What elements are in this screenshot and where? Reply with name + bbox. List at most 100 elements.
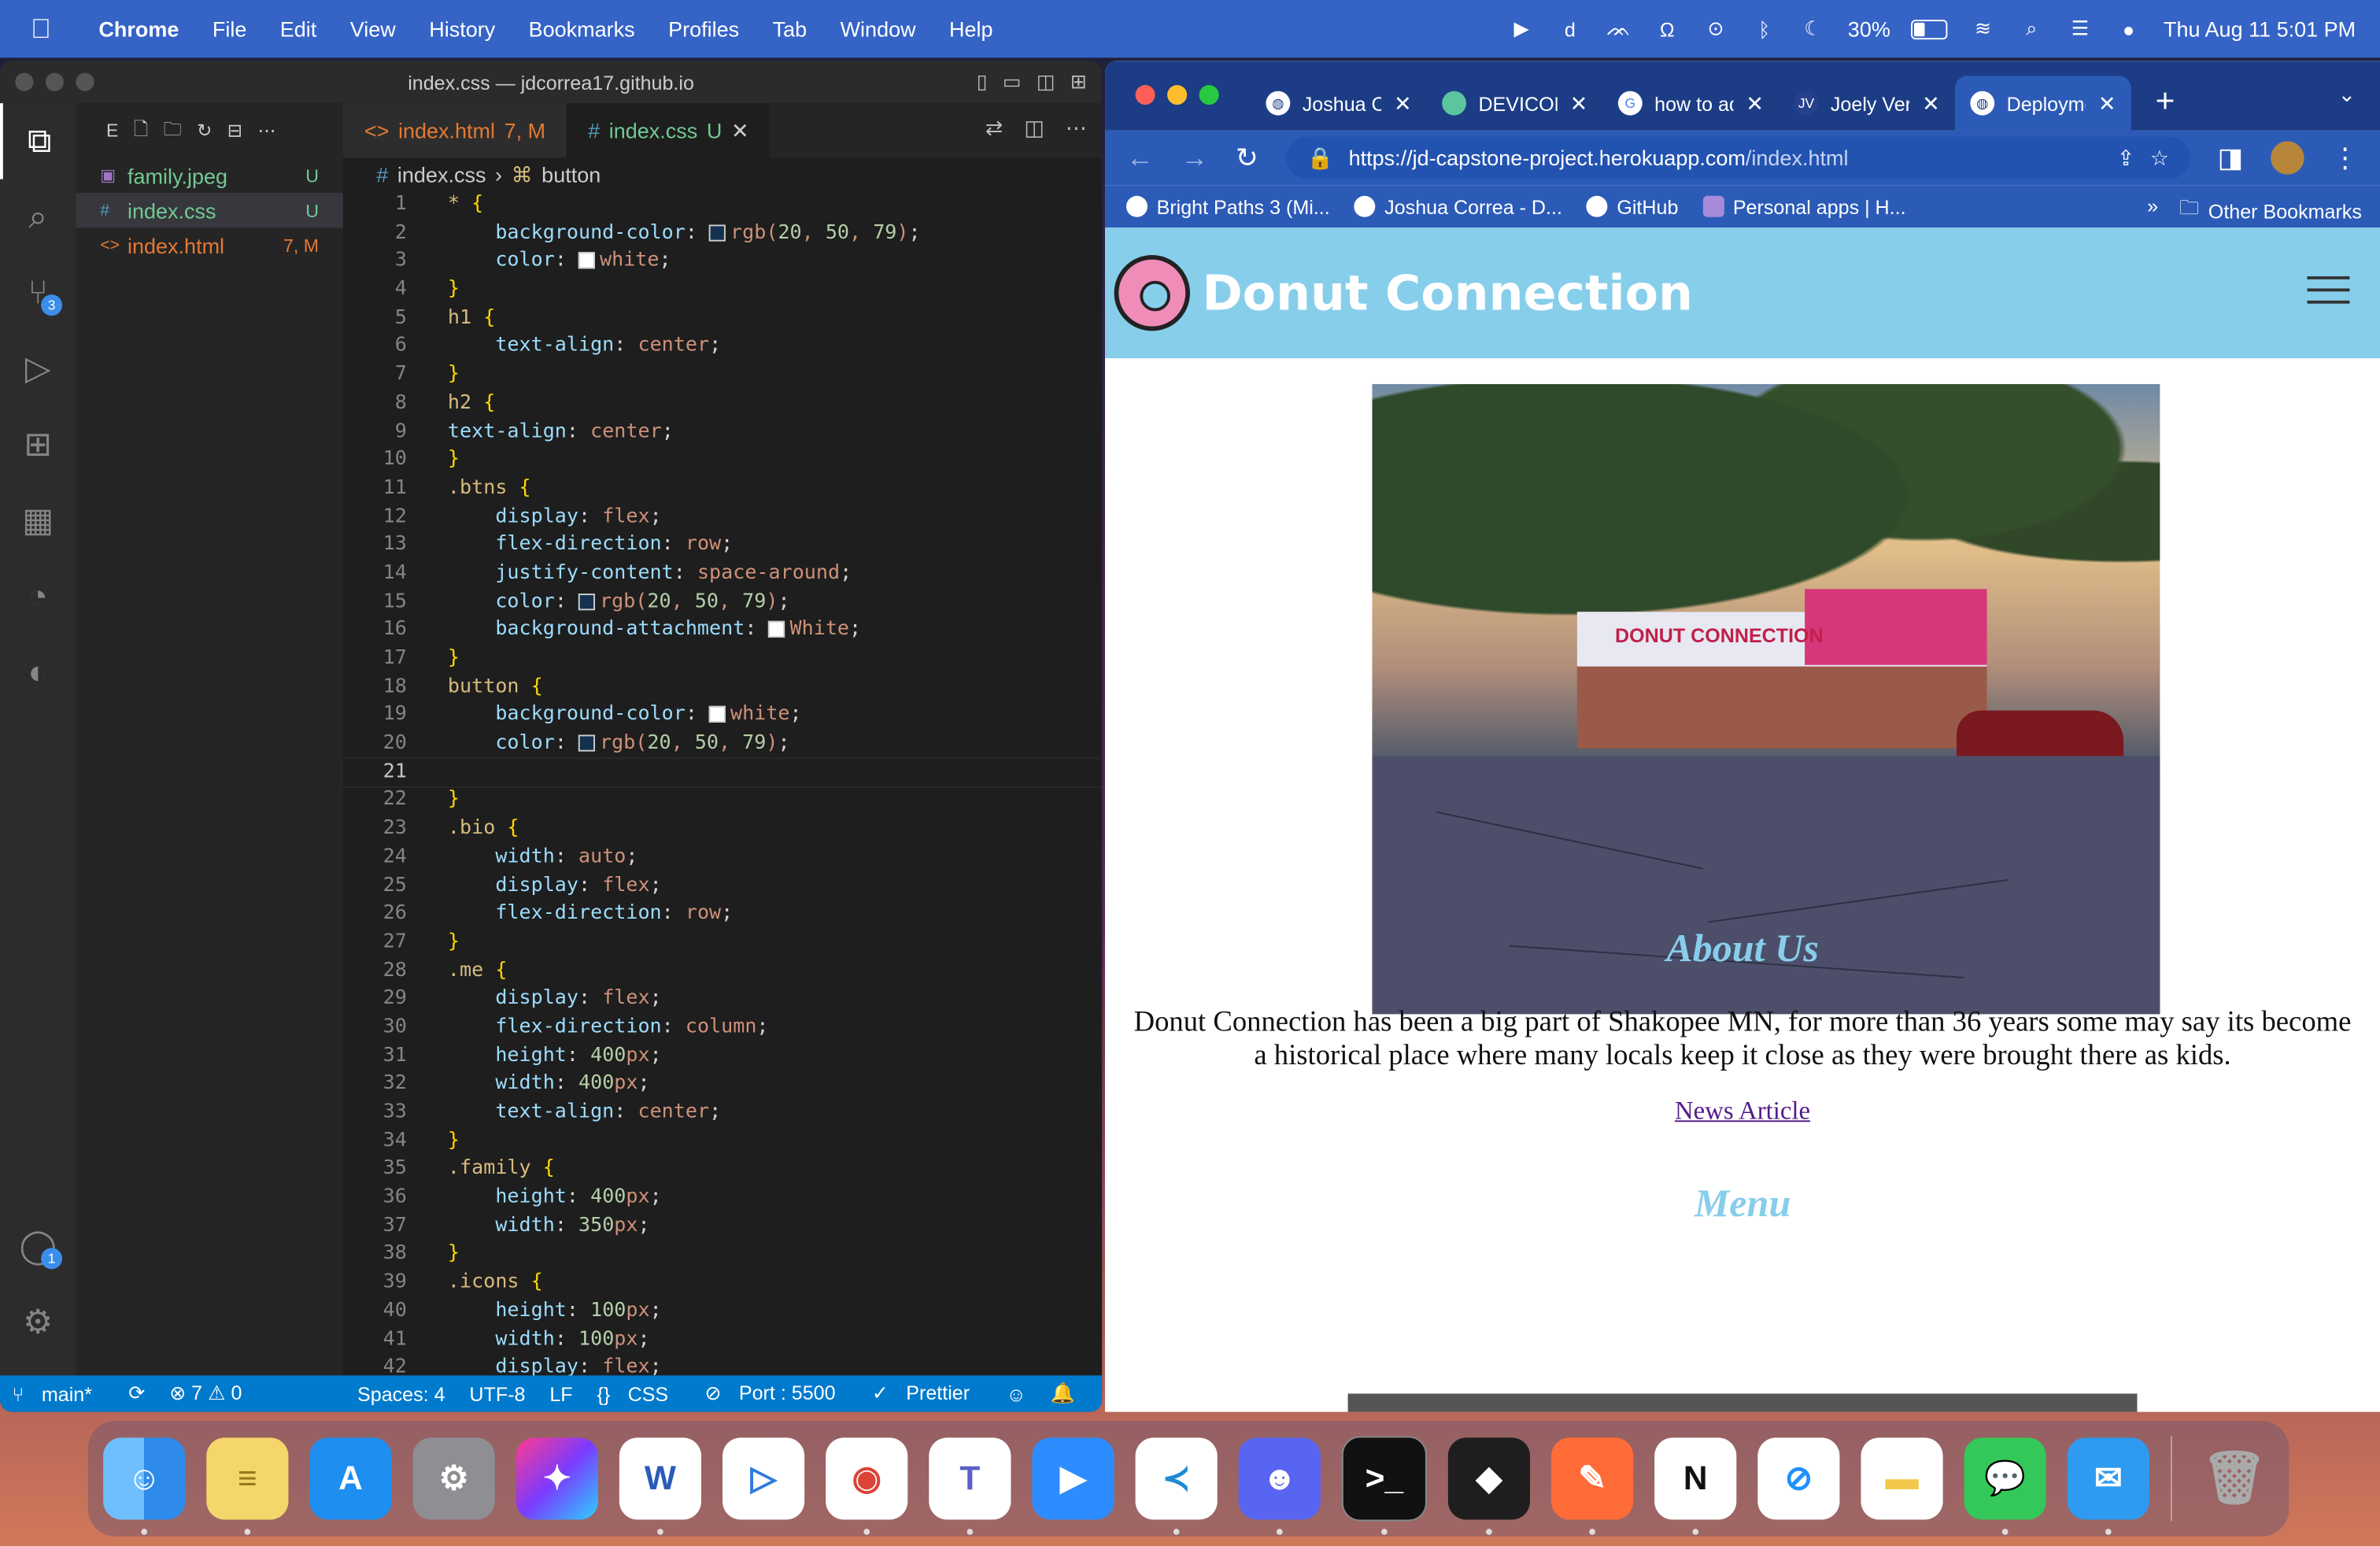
file-index-html[interactable]: <> index.html 7, M <box>76 227 342 262</box>
code-line[interactable]: 22} <box>343 787 1102 816</box>
indentation-status[interactable]: Spaces: 4 <box>346 1382 457 1405</box>
code-line[interactable]: 34} <box>343 1127 1102 1156</box>
code-line[interactable]: 6 text-align: center; <box>343 333 1102 361</box>
settings-gear-icon[interactable]: ⚙ <box>0 1285 76 1360</box>
pixelmator-icon[interactable]: ✦ <box>516 1437 598 1520</box>
bluetooth-icon[interactable]: ᛒ <box>1750 15 1778 43</box>
open-changes-icon[interactable]: ⇄ <box>985 116 1003 142</box>
discord-icon[interactable]: ☻ <box>1238 1437 1321 1535</box>
source-control-icon[interactable]: ⑂ 3 <box>0 255 76 331</box>
toggle-secondary-sidebar-icon[interactable]: ◫ <box>1037 70 1055 94</box>
code-line[interactable]: 32 width: 400px; <box>343 1071 1102 1099</box>
menu-bookmarks[interactable]: Bookmarks <box>512 17 651 41</box>
code-line[interactable]: 21 <box>341 756 1103 789</box>
wifi-icon[interactable]: ≋ <box>1969 15 1997 43</box>
lock-icon[interactable]: 🔒 <box>1307 145 1334 171</box>
zoom-window-button[interactable] <box>1199 85 1219 105</box>
code-line[interactable]: 40 height: 100px; <box>343 1298 1102 1326</box>
language-status[interactable]: {} CSS <box>585 1382 693 1405</box>
tab-index-css[interactable]: # index.css U ✕ <box>567 103 771 158</box>
code-line[interactable]: 33 text-align: center; <box>343 1099 1102 1127</box>
messages-icon[interactable]: 💬 <box>1964 1437 2046 1535</box>
search-icon[interactable]: ⌕ <box>0 179 76 255</box>
more-bookmarks-button[interactable]: » <box>2147 194 2158 227</box>
collapse-all-icon[interactable]: ⊟ <box>227 120 242 141</box>
donut-logo-icon[interactable] <box>1114 255 1191 331</box>
encoding-status[interactable]: UTF-8 <box>457 1382 538 1405</box>
code-line[interactable]: 31 height: 400px; <box>343 1042 1102 1071</box>
toggle-sidebar-icon[interactable]: ▯ <box>977 70 988 94</box>
code-line[interactable]: 12 display: flex; <box>343 503 1102 531</box>
breadcrumb-file[interactable]: index.css <box>397 162 486 187</box>
code-line[interactable]: 38} <box>343 1241 1102 1270</box>
vscode-icon[interactable]: ≺ <box>1135 1437 1218 1535</box>
menu-file[interactable]: File <box>196 17 264 41</box>
code-line[interactable]: 23 .bio { <box>343 816 1102 844</box>
activity-icon[interactable]: ᨏ <box>1605 15 1632 43</box>
siri-icon[interactable]: ● <box>2115 15 2142 43</box>
code-line[interactable]: 19 background-color: white; <box>343 702 1102 730</box>
zoom-window-button[interactable] <box>76 72 94 91</box>
code-line[interactable]: 3 color: white; <box>343 248 1102 276</box>
bookmark-item[interactable]: Joshua Correa - D... <box>1354 195 1562 218</box>
branch-status[interactable]: ⑂ main* <box>0 1382 116 1405</box>
code-line[interactable]: 29 display: flex; <box>343 986 1102 1014</box>
bookmark-star-icon[interactable]: ☆ <box>2150 145 2169 171</box>
more-actions-icon[interactable]: ⋯ <box>258 120 276 141</box>
browser-tab[interactable]: JV Joely Ver ✕ <box>1779 76 1955 130</box>
code-line[interactable]: 17} <box>343 645 1102 674</box>
code-line[interactable]: 14 justify-content: space-around; <box>343 560 1102 589</box>
menu-edit[interactable]: Edit <box>264 17 334 41</box>
file-index-css[interactable]: # index.css U <box>76 192 343 228</box>
app-store-icon[interactable]: A <box>309 1437 392 1520</box>
browser-tab-active[interactable]: ◍ Deployme ✕ <box>1955 76 2131 131</box>
clock[interactable]: Thu Aug 11 5:01 PM <box>2164 17 2356 41</box>
new-file-icon[interactable]: 🗋 <box>134 115 149 147</box>
side-panel-icon[interactable]: ◨ <box>2218 142 2244 174</box>
menu-tab[interactable]: Tab <box>756 17 823 41</box>
code-line[interactable]: 18 button { <box>343 674 1102 702</box>
teams-icon[interactable]: T <box>929 1437 1011 1535</box>
zoom-icon[interactable]: ▶ <box>1032 1437 1114 1520</box>
apple-menu-icon[interactable]:  <box>0 13 82 45</box>
battery-icon[interactable] <box>1911 19 1949 39</box>
other-bookmarks-folder[interactable]: 🗀 Other Bookmarks <box>2179 194 2362 227</box>
minimize-window-button[interactable] <box>1167 85 1188 105</box>
code-line[interactable]: 9 text-align: center; <box>343 418 1102 446</box>
reload-icon[interactable]: ↻ <box>1236 142 1258 174</box>
close-tab-icon[interactable]: ✕ <box>731 117 749 143</box>
figma-icon[interactable]: ◆ <box>1447 1437 1531 1535</box>
close-window-button[interactable] <box>1135 85 1155 105</box>
tab-index-html[interactable]: <> index.html 7, M <box>342 103 567 158</box>
news-article-link[interactable]: News Article <box>1105 1096 2380 1126</box>
split-editor-icon[interactable]: ◫ <box>1024 116 1044 142</box>
docker-icon[interactable]: ▦ <box>0 483 76 558</box>
close-tab-icon[interactable]: ✕ <box>1922 91 1940 117</box>
code-line[interactable]: 13 flex-direction: row; <box>343 531 1102 560</box>
moon-icon[interactable]: ☾ <box>1799 15 1827 43</box>
browser-tab[interactable]: ◍ Joshua C ✕ <box>1251 76 1427 130</box>
headphones-icon[interactable]: Ω <box>1654 15 1681 43</box>
browser-tab[interactable]: DEVICON ✕ <box>1427 76 1603 130</box>
new-tab-button[interactable]: + <box>2131 82 2200 131</box>
code-line[interactable]: 2 background-color: rgb(20, 50, 79); <box>343 220 1102 248</box>
forward-arrow-icon[interactable]: → <box>1181 142 1208 174</box>
menu-view[interactable]: View <box>334 17 412 41</box>
code-line[interactable]: 27} <box>343 929 1102 957</box>
extensions-icon[interactable]: ⊞ <box>0 407 76 483</box>
run-debug-icon[interactable]: ▷ <box>0 331 76 406</box>
play-status-icon[interactable]: ▶ <box>1508 15 1536 43</box>
code-line[interactable]: 35 .family { <box>343 1156 1102 1184</box>
code-line[interactable]: 10} <box>343 446 1102 475</box>
mail-icon[interactable]: ✉ <box>2067 1437 2149 1535</box>
code-line[interactable]: 37 width: 350px; <box>343 1212 1102 1241</box>
close-tab-icon[interactable]: ✕ <box>1394 91 1412 117</box>
code-line[interactable]: 39 .icons { <box>343 1270 1102 1298</box>
menu-history[interactable]: History <box>412 17 512 41</box>
prettier-status[interactable]: ✓ Prettier <box>859 1381 994 1406</box>
menu-help[interactable]: Help <box>933 17 1010 41</box>
accounts-icon[interactable]: ◯ 1 <box>0 1208 76 1284</box>
feedback-icon[interactable]: ☺ <box>994 1382 1038 1405</box>
browser-tab[interactable]: G how to ad ✕ <box>1603 76 1779 130</box>
new-folder-icon[interactable]: 🗀 <box>164 115 182 147</box>
